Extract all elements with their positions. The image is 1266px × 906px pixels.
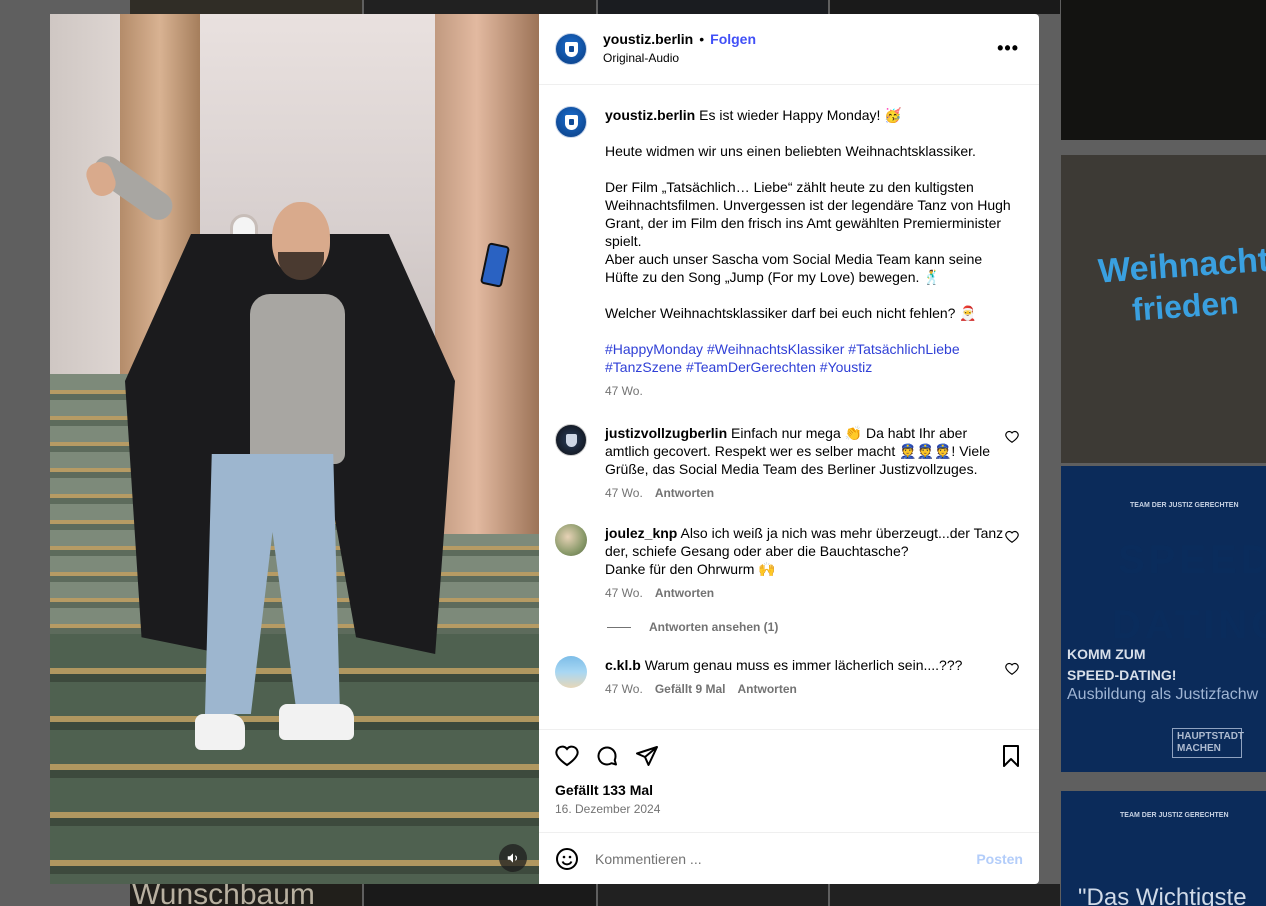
caption-time[interactable]: 47 Wo. [605, 382, 643, 400]
author-username[interactable]: youstiz.berlin [603, 30, 693, 49]
grid-tile[interactable] [598, 0, 828, 14]
heart-icon[interactable] [1005, 430, 1019, 444]
caption: youstiz.berlin Es ist wieder Happy Monda… [555, 106, 1023, 400]
comment: justizvollzugberlin Einfach nur mega 👏 D… [555, 424, 1023, 502]
avatar[interactable] [555, 106, 587, 138]
reply-button[interactable]: Antworten [738, 680, 797, 698]
view-replies-button[interactable]: Antworten ansehen (1) [607, 620, 1023, 634]
avatar[interactable] [555, 656, 587, 688]
grid-tile[interactable] [130, 0, 362, 14]
grid-tile[interactable] [364, 0, 596, 14]
follow-button[interactable]: Folgen [710, 30, 756, 49]
tile-text-hauptstadt: HAUPTSTADT MACHEN [1172, 728, 1244, 758]
separator-dot: • [699, 31, 705, 47]
smiley-icon[interactable] [555, 847, 579, 871]
post-header: youstiz.berlin • Folgen Original-Audio •… [539, 14, 1039, 85]
post-side-panel: youstiz.berlin • Folgen Original-Audio •… [539, 14, 1039, 884]
tile-text-dating: DATING [1112, 603, 1266, 647]
comment: joulez_knp Also ich weiß ja nich was meh… [555, 524, 1023, 602]
caption-text: Aber auch unser Sascha vom Social Media … [605, 251, 983, 285]
caption-text: Es ist wieder Happy Monday! 🥳 [699, 107, 902, 123]
likes-count[interactable]: Gefällt 133 Mal [555, 782, 1023, 798]
reply-button[interactable]: Antworten [655, 584, 714, 602]
post-modal: youstiz.berlin • Folgen Original-Audio •… [50, 14, 1039, 884]
video-scene [279, 704, 354, 740]
more-horizontal-icon[interactable]: ••• [997, 38, 1019, 59]
comment: c.kl.b Warum genau muss es immer lächerl… [555, 656, 1023, 698]
tile-text-team: TEAM DER JUSTIZ GERECHTEN [1130, 502, 1239, 509]
comment-input[interactable] [595, 850, 977, 867]
grid-tile[interactable] [364, 884, 596, 906]
comment-username[interactable]: c.kl.b [605, 657, 641, 673]
caption-hashtags[interactable]: #HappyMonday #WeihnachtsKlassiker #Tatsä… [605, 340, 1015, 376]
video-scene [195, 714, 245, 750]
tile-text-weihnachts: Weihnachts [1096, 239, 1266, 291]
tile-text-frieden: frieden [1130, 284, 1240, 328]
action-bar: Gefällt 133 Mal 16. Dezember 2024 [539, 729, 1039, 833]
post-date[interactable]: 16. Dezember 2024 [555, 802, 1023, 816]
bookmark-icon[interactable] [999, 744, 1023, 768]
comment-time[interactable]: 47 Wo. [605, 680, 643, 698]
comment-text: Warum genau muss es immer lächerlich sei… [644, 657, 963, 673]
comment-text: Danke für den Ohrwurm 🙌 [605, 561, 776, 577]
caption-text: Heute widmen wir uns einen beliebten Wei… [605, 143, 976, 159]
grid-tile[interactable] [830, 0, 1060, 14]
comment-composer: Posten [539, 832, 1039, 884]
paper-plane-icon[interactable] [635, 744, 659, 768]
grid-tile[interactable] [830, 884, 1060, 906]
caption-text: Welcher Weihnachtsklassiker darf bei euc… [605, 305, 977, 321]
tile-text-wichtigste: "Das Wichtigste [1078, 884, 1247, 906]
avatar[interactable] [555, 33, 587, 65]
avatar[interactable] [555, 424, 587, 456]
caption-username[interactable]: youstiz.berlin [605, 107, 695, 123]
tile-text-team: TEAM DER JUSTIZ GERECHTEN [1120, 812, 1229, 819]
caption-text: Der Film „Tatsächlich… Liebe“ zählt heut… [605, 179, 1011, 249]
comment-username[interactable]: joulez_knp [605, 525, 677, 541]
comment-time[interactable]: 47 Wo. [605, 484, 643, 502]
comment-time[interactable]: 47 Wo. [605, 584, 643, 602]
avatar[interactable] [555, 524, 587, 556]
grid-tile[interactable] [1061, 0, 1266, 140]
tile-text-speed: SPEED [1118, 538, 1266, 582]
comment-username[interactable]: justizvollzugberlin [605, 425, 727, 441]
tile-text-komm: KOMM ZUM SPEED-DATING! [1067, 646, 1177, 683]
video-player[interactable] [50, 14, 539, 884]
heart-icon[interactable] [555, 744, 579, 768]
heart-icon[interactable] [1005, 662, 1019, 676]
post-comment-button[interactable]: Posten [976, 851, 1023, 867]
heart-icon[interactable] [1005, 530, 1019, 544]
audio-link[interactable]: Original-Audio [603, 49, 756, 68]
grid-tile[interactable] [598, 884, 828, 906]
speaker-icon[interactable] [499, 844, 527, 872]
reply-button[interactable]: Antworten [655, 484, 714, 502]
view-replies-label: Antworten ansehen (1) [649, 620, 779, 634]
comment-likes[interactable]: Gefällt 9 Mal [655, 680, 726, 698]
comment-icon[interactable] [595, 744, 619, 768]
video-scene [250, 294, 345, 464]
tile-text-ausbildung: Ausbildung als Justizfachw [1067, 686, 1259, 703]
comments-list[interactable]: youstiz.berlin Es ist wieder Happy Monda… [539, 86, 1039, 729]
